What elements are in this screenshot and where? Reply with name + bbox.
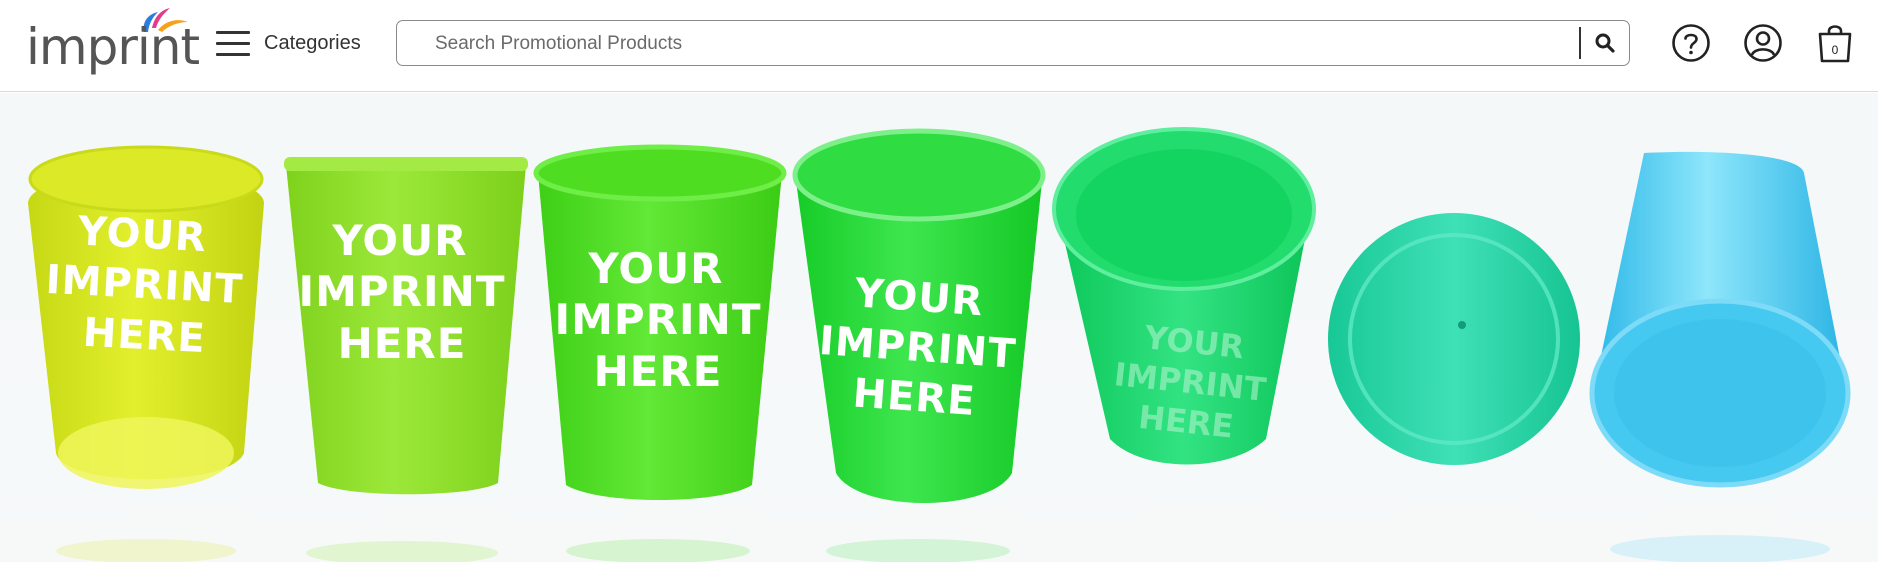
imprint-line-3: HERE: [82, 310, 207, 362]
search-bar: [396, 20, 1630, 66]
imprint-line-3: HERE: [594, 347, 723, 396]
hero-banner[interactable]: YOUR IMPRINT HERE YOUR IMPRINT HERE YOUR…: [0, 93, 1878, 565]
imprint-line-2: IMPRINT: [299, 267, 506, 316]
categories-menu-button[interactable]: Categories: [216, 26, 361, 60]
cup-yellow: YOUR IMPRINT HERE: [28, 145, 264, 489]
help-button[interactable]: [1668, 20, 1714, 66]
cart-count: 0: [1832, 43, 1839, 57]
cup-teal: [1328, 213, 1580, 465]
site-header: imprint Categories Search Promotional Pr…: [0, 0, 1878, 92]
question-circle-icon: [1672, 24, 1710, 62]
cups-banner-image: YOUR IMPRINT HERE YOUR IMPRINT HERE YOUR…: [28, 127, 1851, 565]
cup-reflections: [56, 535, 1830, 565]
cart-button[interactable]: 0: [1812, 20, 1858, 66]
shopping-bag-icon: 0: [1818, 25, 1852, 63]
cup-lime: YOUR IMPRINT HERE: [284, 157, 528, 495]
cup-green: YOUR IMPRINT HERE: [533, 144, 787, 500]
categories-label: Categories: [264, 31, 361, 54]
cup-bright-green: YOUR IMPRINT HERE: [792, 128, 1046, 503]
imprint-line-1: YOUR: [76, 208, 208, 261]
search-icon: [1595, 33, 1615, 53]
imprint-line-3: HERE: [338, 319, 467, 368]
imprint-line-3: HERE: [851, 370, 977, 424]
account-button[interactable]: [1740, 20, 1786, 66]
cup-sky-blue: [1589, 151, 1851, 488]
imprint-line-1: YOUR: [852, 270, 985, 325]
user-circle-icon: [1744, 24, 1782, 62]
imprint-line-1: YOUR: [331, 216, 467, 265]
cup-mint: YOUR IMPRINT HERE: [1052, 127, 1316, 465]
imprint-logo[interactable]: imprint: [24, 6, 200, 84]
logo-text: imprint: [26, 18, 200, 76]
search-divider: [1579, 27, 1581, 59]
imprint-line-1: YOUR: [587, 244, 723, 293]
search-input[interactable]: [433, 29, 1537, 59]
hamburger-icon: [216, 29, 250, 57]
imprint-line-2: IMPRINT: [555, 295, 762, 344]
search-button[interactable]: [1587, 25, 1623, 61]
